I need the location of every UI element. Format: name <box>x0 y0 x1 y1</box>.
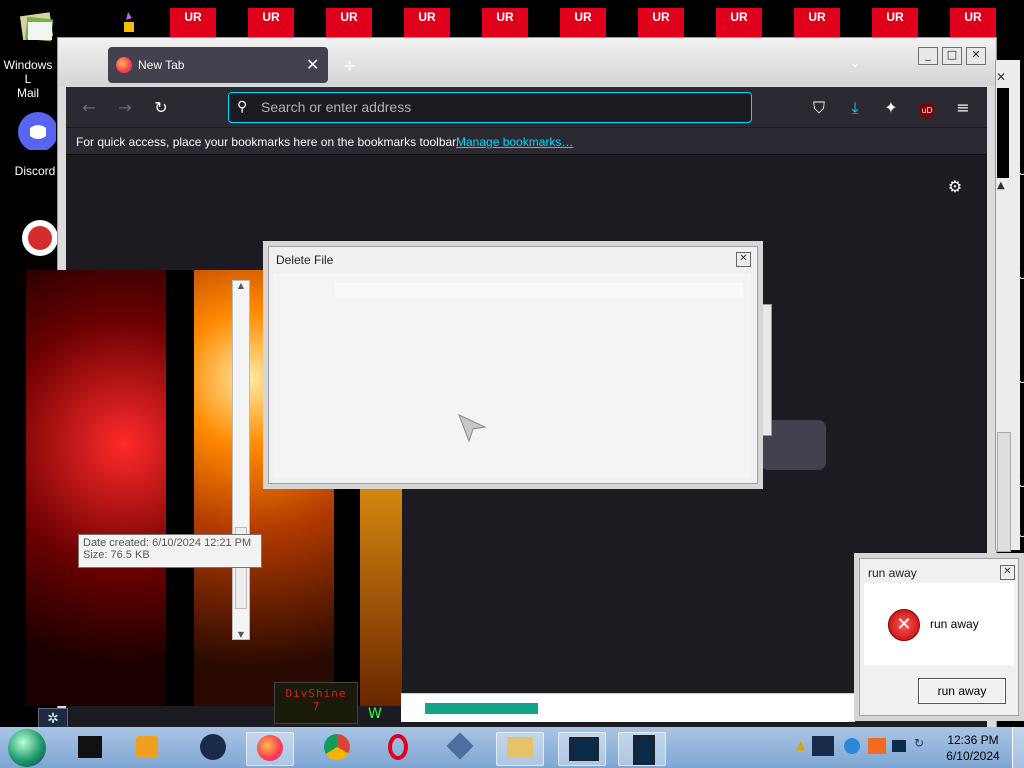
taskbar-window-2[interactable] <box>618 732 666 766</box>
manage-bookmarks-link[interactable]: Manage bookmarks… <box>456 135 573 149</box>
image-panel-red <box>26 270 166 706</box>
desktop-badge[interactable]: UR <box>482 8 528 38</box>
dialog-body <box>273 273 751 477</box>
reload-icon[interactable]: ↻ <box>152 99 170 117</box>
error-dialog-title: run away <box>868 566 917 580</box>
ublock-icon[interactable]: uD <box>918 99 936 118</box>
tray-app-icon[interactable] <box>868 738 886 754</box>
windows-live-mail-icon[interactable] <box>18 10 58 50</box>
tray-icons[interactable]: ▲ ↻ <box>796 736 932 758</box>
download-bar <box>401 693 855 722</box>
desktop-badge[interactable]: UR <box>872 8 918 38</box>
divshine-caption: DivShine <box>285 687 347 700</box>
clock-date: 6/10/2024 <box>946 749 1000 763</box>
downloads-icon[interactable]: ⤓ <box>846 99 864 117</box>
desktop-badge[interactable]: UR <box>716 8 762 38</box>
start-button[interactable] <box>8 729 46 767</box>
mouse-cursor-icon <box>457 413 487 446</box>
taskbar-firefox[interactable] <box>246 732 294 766</box>
scroll-up-icon[interactable]: ▲ <box>233 281 249 290</box>
download-progress-fill <box>425 703 538 714</box>
close-window-button[interactable]: ✕ <box>966 47 986 65</box>
side-scroll-thumb[interactable] <box>997 88 1009 178</box>
taskbar-globe[interactable] <box>190 732 236 764</box>
dialog-progress-track <box>335 283 743 297</box>
tab-new-tab[interactable]: New Tab ✕ <box>108 47 328 83</box>
error-dialog-body: ✕ run away <box>864 583 1014 665</box>
search-icon: ⚲ <box>237 98 248 114</box>
close-tab-icon[interactable]: ✕ <box>306 55 319 75</box>
taskbar-window-1[interactable] <box>558 732 606 766</box>
address-placeholder: Search or enter address <box>261 99 412 115</box>
run-away-button[interactable]: run away <box>918 678 1006 704</box>
desktop-badge[interactable]: UR <box>248 8 294 38</box>
settings-gear-icon[interactable]: ⚙ <box>946 178 964 196</box>
error-icon: ✕ <box>888 609 920 641</box>
taskbar-chrome[interactable] <box>314 732 360 764</box>
menu-icon[interactable]: ≡ <box>954 99 972 117</box>
discord-label: Discord <box>14 164 56 178</box>
tray-edge-icon[interactable] <box>844 738 860 754</box>
scroll-down-icon[interactable]: ▼ <box>233 630 249 639</box>
taskbar-app-dark[interactable] <box>68 732 114 764</box>
desktop-badge[interactable]: UR <box>170 8 216 38</box>
extensions-icon[interactable]: ✦ <box>882 99 900 117</box>
clock-time: 12:36 PM <box>947 733 999 747</box>
tray-monitor-icon[interactable] <box>892 740 906 752</box>
side-scroll-thumb-2[interactable] <box>997 432 1011 552</box>
dialog-title: Delete File <box>276 253 334 267</box>
firefox-icon <box>116 57 132 73</box>
tooltip-size: Size: 76.5 KB <box>83 549 150 561</box>
error-message: run away <box>930 617 979 631</box>
taskbar-clock[interactable]: 12:36 PM 6/10/2024 <box>940 732 1006 766</box>
pocket-icon[interactable]: ⛉ <box>810 99 828 117</box>
taskbar-explorer[interactable] <box>496 732 544 766</box>
show-desktop-button[interactable] <box>1012 727 1024 768</box>
address-bar[interactable]: ⚲ Search or enter address <box>228 92 752 123</box>
maximize-button[interactable]: □ <box>942 47 962 65</box>
green-w-glyph: W <box>368 706 382 722</box>
new-tab-icon[interactable]: + <box>343 56 356 75</box>
error-dialog: run away ✕ ✕ run away run away <box>859 558 1019 716</box>
tray-warning-icon[interactable]: ▲ <box>796 738 805 752</box>
dialog-close-button[interactable]: ✕ <box>736 252 751 267</box>
discord-icon[interactable] <box>16 110 58 152</box>
bookmarks-hint: For quick access, place your bookmarks h… <box>76 135 459 149</box>
side-scroll-up-icon[interactable]: ▲ <box>997 180 1005 191</box>
taskbar-virtualbox[interactable] <box>436 732 482 764</box>
side-window-close-icon[interactable]: ✕ <box>996 70 1010 84</box>
windows-live-mail-label: Windows L Mail <box>0 58 56 100</box>
taskbar-opera[interactable] <box>376 732 422 764</box>
desktop-badge[interactable]: UR <box>326 8 372 38</box>
taskbar-media-player[interactable] <box>126 732 172 764</box>
file-tooltip: Date created: 6/10/2024 12:21 PM Size: 7… <box>78 534 262 568</box>
back-icon[interactable]: ← <box>80 99 98 117</box>
divshine-sub: 7 <box>312 700 320 713</box>
icon-label-line: Mail <box>16 86 39 100</box>
content-panel-edge <box>760 304 772 436</box>
icon-label-line: Windows L <box>3 58 53 86</box>
desktop-badge[interactable]: UR <box>794 8 840 38</box>
tray-network-icon[interactable] <box>812 736 834 756</box>
desktop-badge[interactable]: UR <box>404 8 450 38</box>
desktop-app-icon[interactable] <box>18 216 58 256</box>
divshine-thumbnail[interactable]: DivShine 7 <box>274 682 358 724</box>
bookmarks-bar: For quick access, place your bookmarks h… <box>66 128 987 155</box>
tooltip-date-created: Date created: 6/10/2024 12:21 PM <box>83 537 252 549</box>
tray-sync-icon[interactable]: ↻ <box>914 736 924 750</box>
image-scrollbar[interactable]: ▲ ▼ <box>232 280 250 640</box>
list-tabs-icon[interactable]: ⌄ <box>850 56 860 70</box>
desktop-shortcut-icon[interactable] <box>120 10 138 34</box>
error-dialog-close-button[interactable]: ✕ <box>1000 565 1015 580</box>
minimize-button[interactable]: _ <box>918 47 938 65</box>
delete-file-dialog: Delete File ✕ <box>268 246 758 484</box>
desktop-badge[interactable]: UR <box>638 8 684 38</box>
tab-title: New Tab <box>138 58 185 72</box>
forward-icon[interactable]: → <box>116 99 134 117</box>
desktop-badge[interactable]: UR <box>560 8 606 38</box>
image-panel-orange <box>360 480 402 706</box>
desktop-badge[interactable]: UR <box>950 8 996 38</box>
